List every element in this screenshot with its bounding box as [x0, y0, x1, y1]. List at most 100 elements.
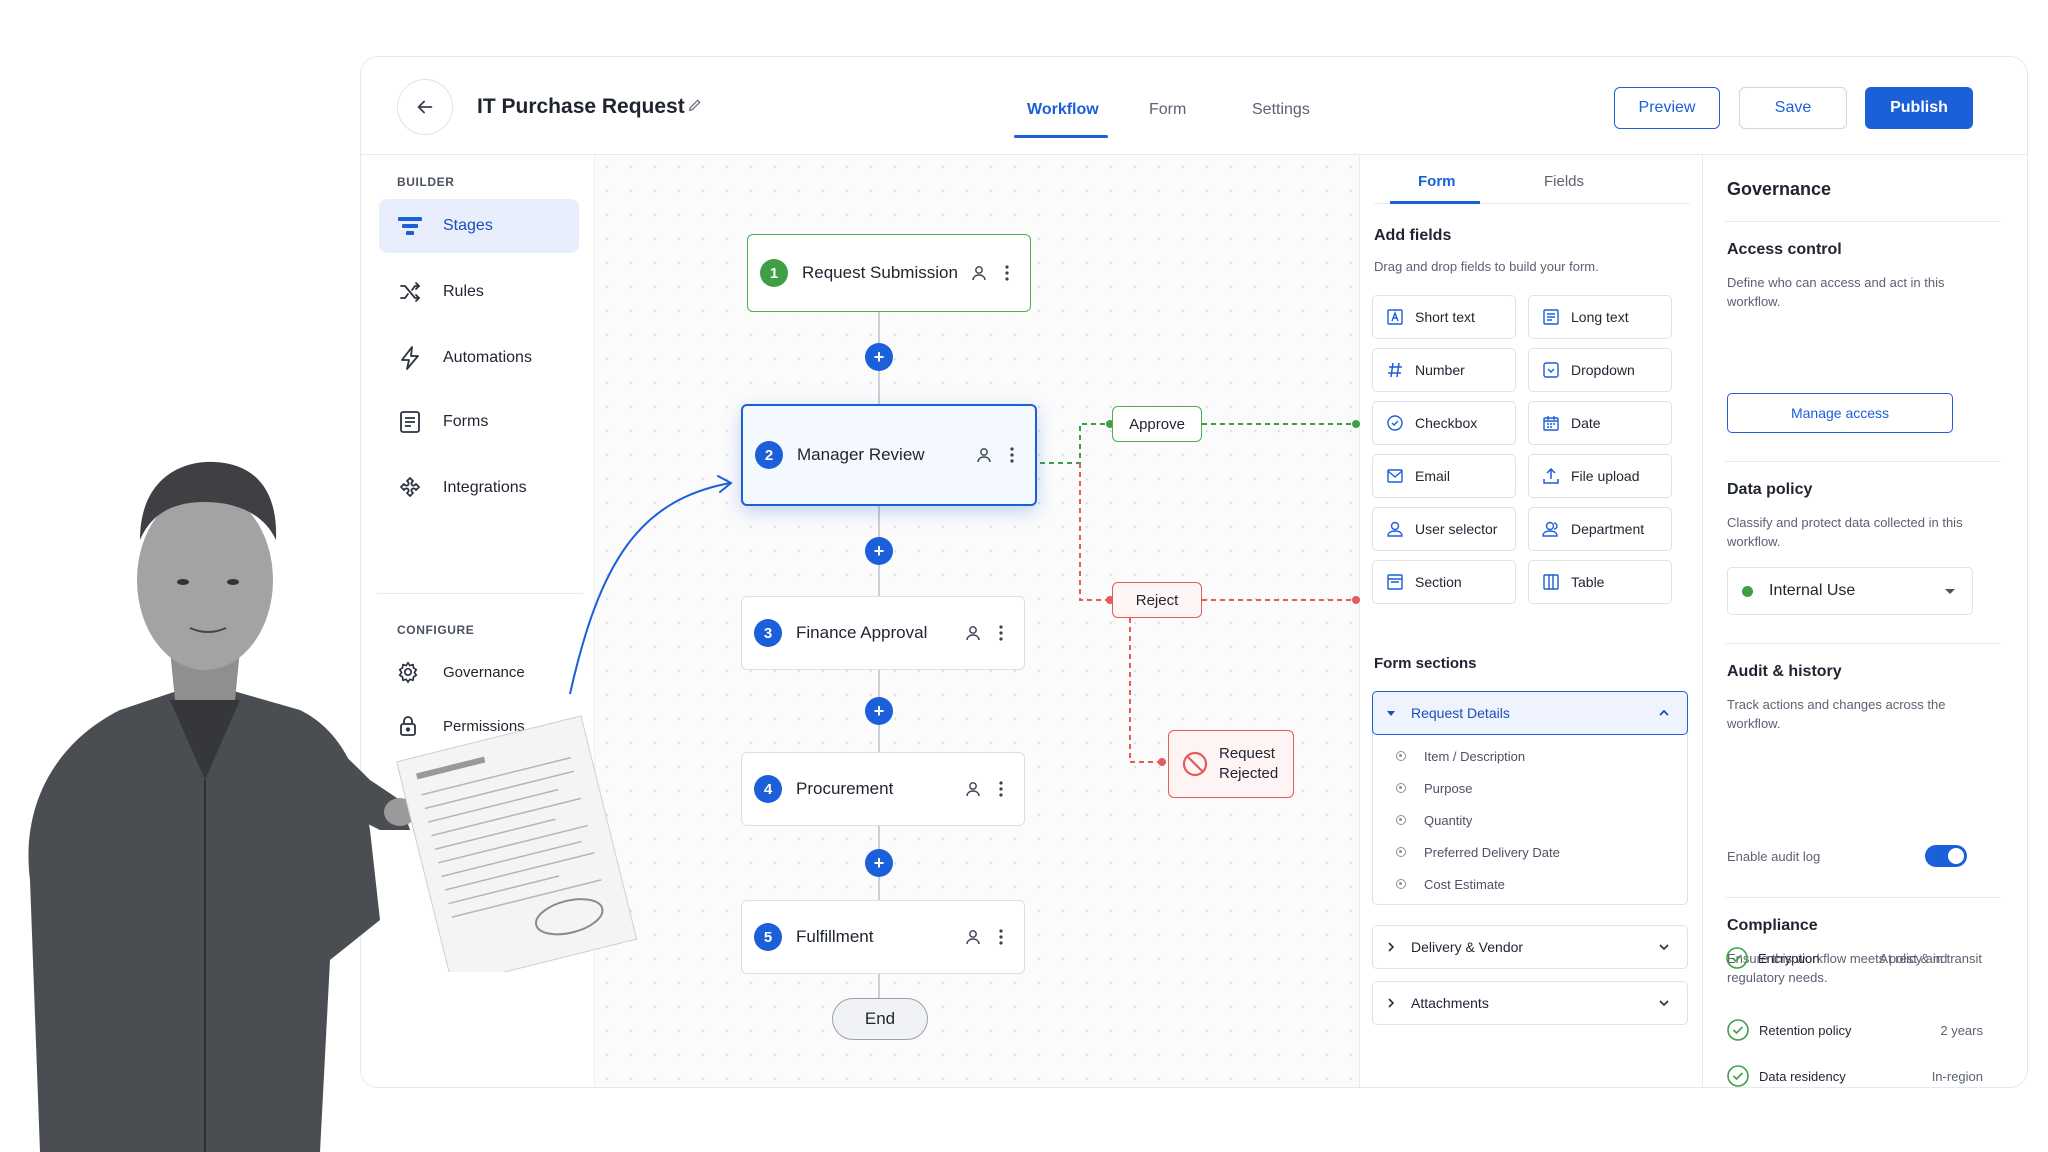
add-stage-button[interactable]: + — [865, 849, 893, 877]
field-file-upload[interactable]: File upload — [1528, 454, 1672, 498]
request-rejected-node[interactable]: Request Rejected — [1168, 730, 1294, 798]
divider — [1725, 643, 2001, 644]
section-delivery-vendor[interactable]: Delivery & Vendor — [1372, 925, 1688, 969]
end-node[interactable]: End — [832, 998, 928, 1040]
sidebar-item-stages[interactable]: Stages — [379, 199, 579, 253]
more-vertical-icon[interactable] — [992, 929, 1010, 945]
field-dropdown[interactable]: Dropdown — [1528, 348, 1672, 392]
tab-workflow[interactable]: Workflow — [1027, 101, 1099, 119]
access-control-title: Access control — [1727, 241, 1842, 258]
assignee-user-icon[interactable] — [962, 625, 984, 641]
field-label: Email — [1415, 468, 1451, 484]
calendar-icon — [1541, 413, 1561, 433]
more-vertical-icon[interactable] — [998, 265, 1016, 281]
builder-section-label: BUILDER — [397, 175, 455, 189]
section-item[interactable]: Item / Description — [1396, 745, 1525, 767]
data-policy-text: Classify and protect data collected in t… — [1727, 515, 1963, 549]
text-field-icon — [1385, 307, 1405, 327]
stage-label: Finance Approval — [796, 623, 928, 642]
assignee-user-icon[interactable] — [962, 929, 984, 945]
user-icon — [1385, 519, 1405, 539]
access-control-text: Define who can access and act in this wo… — [1727, 275, 1945, 309]
chevron-down-icon[interactable] — [1657, 996, 1671, 1010]
back-button[interactable] — [397, 79, 453, 135]
more-vertical-icon[interactable] — [992, 781, 1010, 797]
field-label: Table — [1571, 574, 1605, 590]
assignee-user-icon[interactable] — [962, 781, 984, 797]
stage-manager-review[interactable]: 2 Manager Review — [741, 404, 1037, 506]
app-header: IT Purchase Request Workflow Form Settin… — [361, 57, 2027, 155]
add-stage-button[interactable]: + — [865, 343, 893, 371]
tab-form-panel[interactable]: Form — [1418, 173, 1456, 190]
section-request-details-header[interactable]: Request Details — [1372, 691, 1688, 735]
manage-access-button[interactable]: Manage access — [1727, 393, 1953, 433]
add-stage-button[interactable]: + — [865, 697, 893, 725]
field-department[interactable]: Department — [1528, 507, 1672, 551]
section-item[interactable]: Cost Estimate — [1396, 873, 1505, 895]
section-attachments[interactable]: Attachments — [1372, 981, 1688, 1025]
assignee-user-icon[interactable] — [968, 265, 990, 281]
stage-request-submission[interactable]: 1 Request Submission — [747, 234, 1031, 312]
compliance-value: At rest & in transit — [1879, 950, 1982, 966]
publish-button[interactable]: Publish — [1865, 87, 1973, 129]
section-icon — [1385, 572, 1405, 592]
caret-down-icon — [1945, 589, 1955, 594]
chevron-down-icon[interactable] — [1657, 940, 1671, 954]
stage-number: 4 — [754, 775, 782, 803]
stage-number: 5 — [754, 923, 782, 951]
check-circle-icon — [1727, 1019, 1749, 1041]
dropdown-icon — [1541, 360, 1561, 380]
compliance-label: Data residency — [1759, 1068, 1846, 1084]
field-table[interactable]: Table — [1528, 560, 1672, 604]
sidebar-item-label: Forms — [443, 413, 489, 430]
stage-finance-approval[interactable]: 3 Finance Approval — [741, 596, 1025, 670]
edit-pencil-icon[interactable] — [687, 97, 703, 113]
status-dot-icon — [1742, 585, 1753, 597]
rejected-line-1: Request — [1219, 745, 1275, 762]
field-email[interactable]: Email — [1372, 454, 1516, 498]
rejected-line-2: Rejected — [1219, 765, 1279, 782]
users-group-icon — [1541, 519, 1561, 539]
section-item[interactable]: Preferred Delivery Date — [1396, 841, 1560, 863]
form-builder-panel: Form Fields Add fields Drag and drop fie… — [1359, 155, 1703, 1087]
field-user-selector[interactable]: User selector — [1372, 507, 1516, 551]
more-vertical-icon[interactable] — [992, 625, 1010, 641]
field-label: Department — [1571, 521, 1645, 537]
audit-history-title: Audit & history — [1727, 663, 1842, 680]
tab-form[interactable]: Form — [1149, 101, 1186, 119]
sidebar-item-label: Stages — [443, 217, 493, 234]
sidebar-item-rules[interactable]: Rules — [379, 265, 579, 319]
save-button[interactable]: Save — [1739, 87, 1847, 129]
field-date[interactable]: Date — [1528, 401, 1672, 445]
stage-label: Manager Review — [797, 445, 925, 464]
field-checkbox[interactable]: Checkbox — [1372, 401, 1516, 445]
stage-number: 2 — [755, 441, 783, 469]
section-item[interactable]: Quantity — [1396, 809, 1472, 831]
add-fields-subtitle: Drag and drop fields to build your form. — [1374, 259, 1599, 274]
data-classification-select[interactable]: Internal Use — [1727, 567, 1973, 615]
add-fields-title: Add fields — [1374, 227, 1452, 244]
field-number[interactable]: Number — [1372, 348, 1516, 392]
stages-icon — [397, 213, 423, 239]
radio-dot-icon — [1396, 879, 1406, 889]
reject-branch[interactable]: Reject — [1112, 582, 1202, 618]
field-section[interactable]: Section — [1372, 560, 1516, 604]
tab-settings[interactable]: Settings — [1252, 101, 1310, 119]
stage-fulfillment[interactable]: 5 Fulfillment — [741, 900, 1025, 974]
caret-down-icon — [1387, 711, 1395, 716]
preview-button[interactable]: Preview — [1614, 87, 1720, 129]
approve-branch[interactable]: Approve — [1112, 406, 1202, 442]
audit-log-toggle[interactable] — [1925, 845, 1967, 867]
add-stage-button[interactable]: + — [865, 537, 893, 565]
stage-procurement[interactable]: 4 Procurement — [741, 752, 1025, 826]
field-short-text[interactable]: Short text — [1372, 295, 1516, 339]
chevron-up-icon[interactable] — [1657, 706, 1671, 720]
field-label: Dropdown — [1571, 362, 1635, 378]
check-circle-icon — [1385, 413, 1405, 433]
more-vertical-icon[interactable] — [1003, 447, 1021, 463]
assignee-user-icon[interactable] — [973, 447, 995, 463]
tab-fields-panel[interactable]: Fields — [1544, 173, 1584, 190]
section-item[interactable]: Purpose — [1396, 777, 1472, 799]
field-long-text[interactable]: Long text — [1528, 295, 1672, 339]
section-item-label: Quantity — [1424, 812, 1473, 828]
